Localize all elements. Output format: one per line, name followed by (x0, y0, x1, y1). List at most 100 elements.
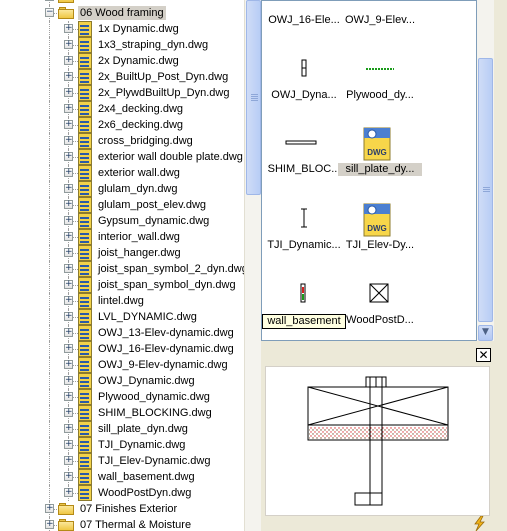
collapse-toggle-icon[interactable]: − (45, 8, 54, 17)
tree-file-item[interactable]: +1x Dynamic.dwg (0, 21, 244, 37)
expand-toggle-icon[interactable]: + (64, 232, 73, 241)
expand-toggle-icon[interactable]: + (64, 328, 73, 337)
expand-toggle-icon[interactable]: + (64, 488, 73, 497)
tree-file-label: 2x_BuiltUp_Post_Dyn.dwg (98, 71, 229, 83)
expand-toggle-icon[interactable]: + (64, 56, 73, 65)
tree-file-item[interactable]: + OWJ_13-Elev-dynamic.dwg (0, 325, 244, 341)
expand-toggle-icon[interactable]: + (64, 104, 73, 113)
tree-file-label: 2x6_decking.dwg (98, 119, 184, 131)
tree-file-item[interactable]: + Gypsum_dynamic.dwg (0, 213, 244, 229)
tree-file-item[interactable]: + exterior wall double plate.dwg (0, 149, 244, 165)
tree-file-item[interactable]: + TJI_Elev-Dynamic.dwg (0, 453, 244, 469)
tree-file-item[interactable]: +2x_PlywdBuiltUp_Dyn.dwg (0, 85, 244, 101)
tree-file-label: 1x Dynamic.dwg (98, 23, 179, 35)
tree-file-item[interactable]: + OWJ_9-Elev-dynamic.dwg (0, 357, 244, 373)
expand-toggle-icon[interactable]: + (64, 360, 73, 369)
expand-toggle-icon[interactable]: + (64, 72, 73, 81)
expand-toggle-icon[interactable]: + (45, 520, 54, 529)
tree-file-item[interactable]: + wall_basement.dwg (0, 469, 244, 485)
expand-toggle-icon[interactable]: + (64, 88, 73, 97)
dwg-file-icon (78, 453, 92, 469)
scroll-down-button[interactable]: ▼ (478, 325, 493, 341)
expand-toggle-icon[interactable]: + (64, 280, 73, 289)
tree-file-item[interactable]: + TJI_Dynamic.dwg (0, 437, 244, 453)
expand-toggle-icon[interactable]: + (64, 152, 73, 161)
dwg-file-icon (78, 277, 92, 293)
expand-toggle-icon[interactable]: + (45, 0, 54, 1)
tree-file-item[interactable]: + glulam_post_elev.dwg (0, 197, 244, 213)
tree-file-label: 2x4_decking.dwg (98, 103, 184, 115)
file-caption: TJI_Elev-Dy... (345, 239, 415, 251)
tree-file-item[interactable]: +2x_BuiltUp_Post_Dyn.dwg (0, 69, 244, 85)
tree-file-item[interactable]: + WoodPostDyn.dwg (0, 485, 244, 501)
folder-tree[interactable]: +05 Architectural Woodwork − 06 Wood frami… (0, 0, 244, 531)
tree-file-label: 2x_PlywdBuiltUp_Dyn.dwg (98, 87, 230, 99)
files-scrollbar[interactable]: ▼ (477, 0, 494, 341)
dwg-file-icon (78, 213, 92, 229)
block-preview-icon (369, 283, 389, 303)
dwg-file-icon (78, 85, 92, 101)
tree-file-item[interactable]: +2x4_decking.dwg (0, 101, 244, 117)
expand-toggle-icon[interactable]: + (64, 264, 73, 273)
tree-file-item[interactable]: +2x Dynamic.dwg (0, 53, 244, 69)
expand-toggle-icon[interactable]: + (45, 504, 54, 513)
lightning-icon[interactable] (472, 516, 488, 531)
files-scrollbar-thumb[interactable] (478, 58, 493, 322)
close-preview-button[interactable]: ✕ (476, 348, 491, 362)
expand-toggle-icon[interactable]: + (64, 392, 73, 401)
expand-toggle-icon[interactable]: + (64, 344, 73, 353)
tree-folder[interactable]: +07 Thermal & Moisture (0, 517, 244, 531)
tree-file-item[interactable]: + joist_span_symbol_dyn.dwg (0, 277, 244, 293)
tree-file-item[interactable]: + lintel.dwg (0, 293, 244, 309)
expand-toggle-icon[interactable]: + (64, 408, 73, 417)
expand-toggle-icon[interactable]: + (64, 440, 73, 449)
tree-scrollbar[interactable] (244, 0, 261, 531)
tree-folder[interactable]: +07 Finishes Exterior (0, 501, 244, 517)
tree-file-label: cross_bridging.dwg (98, 135, 193, 147)
file-caption: OWJ_9-Elev... (344, 14, 416, 26)
file-icon-view[interactable]: OWJ_16-Ele... OWJ_9-Elev... OWJ_Dyna... … (261, 0, 477, 341)
expand-toggle-icon[interactable]: + (64, 312, 73, 321)
file-caption: Plywood_dy... (346, 89, 414, 101)
tree-file-item[interactable]: + joist_span_symbol_2_dyn.dwg (0, 261, 244, 277)
tree-file-item[interactable]: + glulam_dyn.dwg (0, 181, 244, 197)
expand-toggle-icon[interactable]: + (64, 216, 73, 225)
expand-toggle-icon[interactable]: + (64, 136, 73, 145)
expand-toggle-icon[interactable]: + (64, 424, 73, 433)
tree-file-label: OWJ_Dynamic.dwg (98, 375, 195, 387)
tree-file-item[interactable]: + Plywood_dynamic.dwg (0, 389, 244, 405)
tree-file-item[interactable]: +2x6_decking.dwg (0, 117, 244, 133)
expand-toggle-icon[interactable]: + (64, 40, 73, 49)
expand-toggle-icon[interactable]: + (64, 296, 73, 305)
expand-toggle-icon[interactable]: + (64, 472, 73, 481)
tree-file-item[interactable]: + OWJ_16-Elev-dynamic.dwg (0, 341, 244, 357)
dwg-file-icon (78, 357, 92, 373)
tree-file-item[interactable]: + cross_bridging.dwg (0, 133, 244, 149)
dwg-file-icon (78, 485, 92, 501)
expand-toggle-icon[interactable]: + (64, 376, 73, 385)
tree-file-item[interactable]: + exterior wall.dwg (0, 165, 244, 181)
tree-file-item[interactable]: + SHIM_BLOCKING.dwg (0, 405, 244, 421)
expand-toggle-icon[interactable]: + (64, 200, 73, 209)
tree-file-item[interactable]: + LVL_DYNAMIC.dwg (0, 309, 244, 325)
expand-toggle-icon[interactable]: + (64, 24, 73, 33)
tree-file-label: glulam_post_elev.dwg (98, 199, 207, 211)
expand-toggle-icon[interactable]: + (64, 184, 73, 193)
tree-scrollbar-thumb[interactable] (246, 0, 261, 195)
expand-toggle-icon[interactable]: + (64, 248, 73, 257)
tree-file-label: exterior wall double plate.dwg (98, 151, 243, 163)
folder-icon (58, 503, 74, 515)
expand-toggle-icon[interactable]: + (64, 120, 73, 129)
tree-file-item[interactable]: + OWJ_Dynamic.dwg (0, 373, 244, 389)
tree-file-item[interactable]: +1x3_straping_dyn.dwg (0, 37, 244, 53)
expand-toggle-icon[interactable]: + (64, 456, 73, 465)
tree-file-label: SHIM_BLOCKING.dwg (98, 407, 212, 419)
tree-file-label: OWJ_13-Elev-dynamic.dwg (98, 327, 234, 339)
tree-file-label: sill_plate_dyn.dwg (98, 423, 188, 435)
tree-file-item[interactable]: + interior_wall.dwg (0, 229, 244, 245)
dwg-file-icon (78, 309, 92, 325)
tree-file-item[interactable]: + sill_plate_dyn.dwg (0, 421, 244, 437)
tree-file-item[interactable]: + joist_hanger.dwg (0, 245, 244, 261)
tree-folder-open[interactable]: − 06 Wood framing (0, 5, 244, 21)
expand-toggle-icon[interactable]: + (64, 168, 73, 177)
